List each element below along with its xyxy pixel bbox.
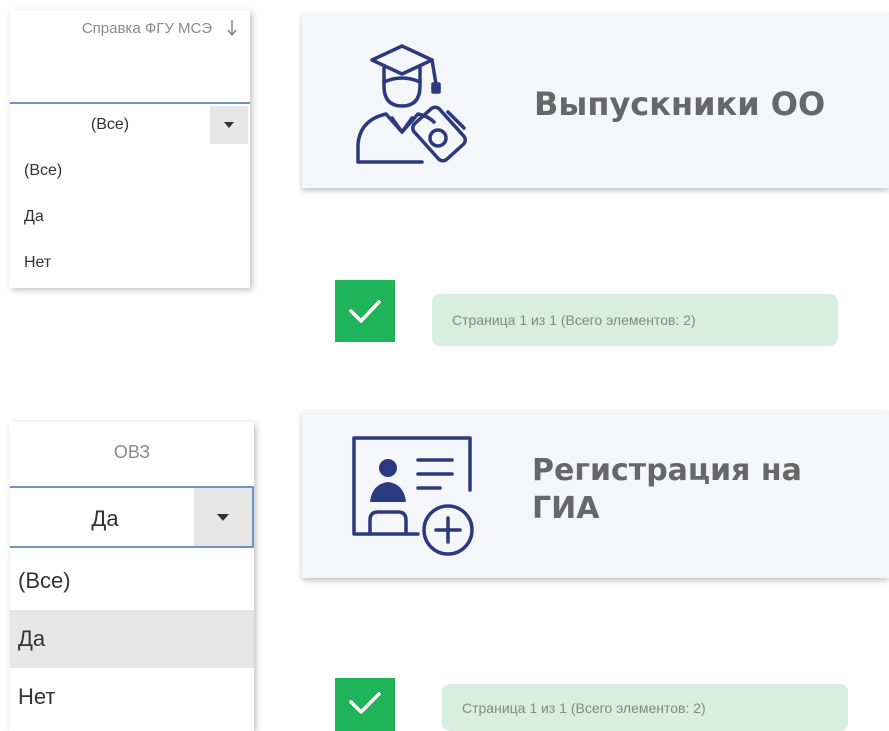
- dropdown-option-no[interactable]: Нет: [10, 240, 250, 286]
- column-header-label[interactable]: ОВЗ: [10, 442, 254, 463]
- graduates-card[interactable]: Выпускники ОО: [302, 12, 889, 188]
- filter-select-msz[interactable]: (Все): [10, 102, 250, 146]
- filter-panel-ovz: ОВЗ Да (Все) Да Нет: [10, 422, 254, 731]
- dropdown-option-yes[interactable]: Да: [10, 194, 250, 240]
- filter-header-msz[interactable]: Справка ФГУ МСЭ: [10, 10, 250, 102]
- dropdown-option-yes[interactable]: Да: [10, 610, 254, 668]
- dropdown-option-all[interactable]: (Все): [10, 552, 254, 610]
- select-current-value: Да: [91, 506, 119, 531]
- card-title: Выпускники ОО: [534, 85, 826, 123]
- dropdown-option-no[interactable]: Нет: [10, 668, 254, 726]
- card-title: Регистрация на ГИА: [532, 453, 802, 526]
- success-checkbox[interactable]: [335, 678, 395, 731]
- dropdown-option-all[interactable]: (Все): [10, 148, 250, 194]
- pager-text: Страница 1 из 1 (Всего элементов: 2): [452, 312, 696, 328]
- column-header-label: Справка ФГУ МСЭ: [81, 20, 212, 37]
- id-card-add-icon: [352, 436, 474, 556]
- checkmark-icon: [349, 691, 381, 714]
- pager-status: Страница 1 из 1 (Всего элементов: 2): [432, 294, 838, 346]
- success-checkbox[interactable]: [335, 280, 395, 342]
- gia-registration-card[interactable]: Регистрация на ГИА: [302, 410, 889, 578]
- chevron-down-icon: [217, 513, 229, 521]
- pager-status: Страница 1 из 1 (Всего элементов: 2): [442, 684, 848, 731]
- pager-text: Страница 1 из 1 (Всего элементов: 2): [462, 699, 706, 716]
- checkmark-icon: [349, 300, 381, 323]
- graduate-icon: [356, 44, 467, 164]
- chevron-down-icon: [224, 122, 234, 128]
- filter-select-ovz[interactable]: Да: [10, 486, 254, 548]
- filter-panel-msz: Справка ФГУ МСЭ (Все) (Все) Да Нет: [10, 10, 250, 288]
- sort-arrow-down-icon[interactable]: [226, 18, 238, 38]
- dropdown-list-ovz: (Все) Да Нет: [10, 552, 254, 726]
- dropdown-list-msz: (Все) Да Нет: [10, 148, 250, 286]
- select-current-value: (Все): [90, 116, 130, 133]
- dropdown-button[interactable]: [194, 488, 252, 546]
- dropdown-button[interactable]: [210, 106, 248, 144]
